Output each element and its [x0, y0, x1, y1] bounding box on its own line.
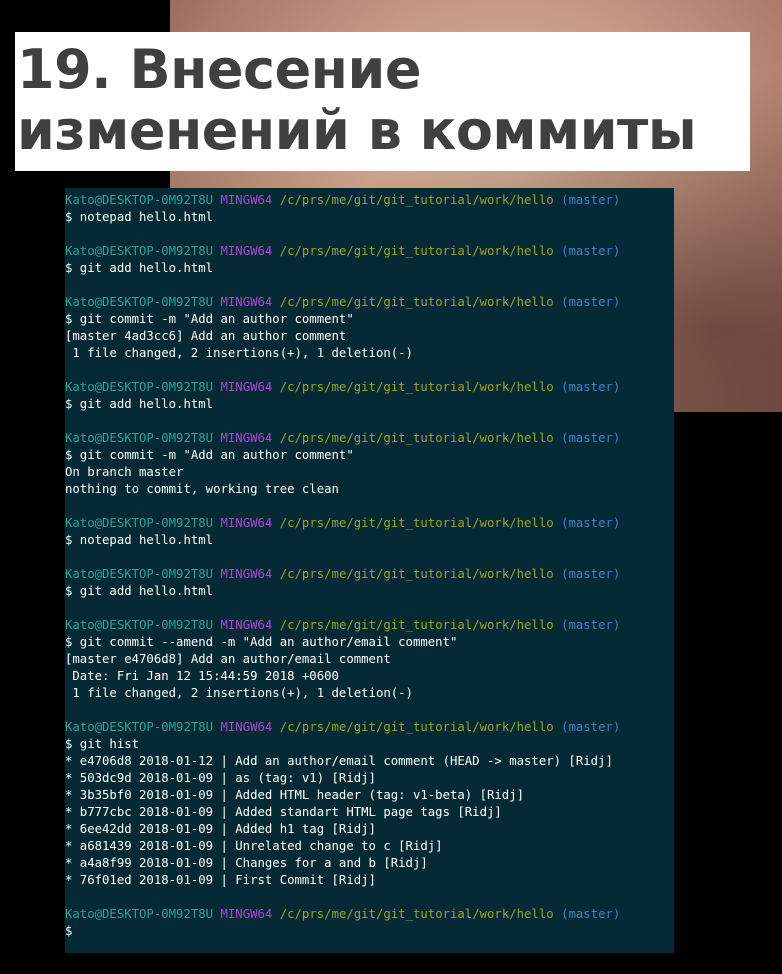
prompt-line: Kato@DESKTOP-0M92T8U MINGW64 /c/prs/me/g… [65, 515, 674, 532]
prompt-user: Kato@DESKTOP-0M92T8U [65, 567, 214, 581]
output-line: [master e4706d8] Add an author/email com… [65, 652, 391, 666]
prompt-shell: MINGW64 [220, 431, 273, 445]
prompt-path: /c/prs/me/git/git_tutorial/work/hello [279, 618, 554, 632]
prompt-shell: MINGW64 [220, 567, 273, 581]
prompt-branch: (master) [561, 193, 621, 207]
prompt-user: Kato@DESKTOP-0M92T8U [65, 380, 214, 394]
output-line: * 6ee42dd 2018-01-09 | Added h1 tag [Rid… [65, 822, 376, 836]
prompt-path: /c/prs/me/git/git_tutorial/work/hello [279, 907, 554, 921]
prompt-line: Kato@DESKTOP-0M92T8U MINGW64 /c/prs/me/g… [65, 192, 674, 209]
command-line: $ [65, 924, 73, 938]
prompt-user: Kato@DESKTOP-0M92T8U [65, 720, 214, 734]
prompt-path: /c/prs/me/git/git_tutorial/work/hello [279, 193, 554, 207]
prompt-path: /c/prs/me/git/git_tutorial/work/hello [279, 516, 554, 530]
prompt-branch: (master) [561, 244, 621, 258]
prompt-shell: MINGW64 [220, 244, 273, 258]
command-line: $ git commit -m "Add an author comment" [65, 312, 354, 326]
title-line-1: 19. Внесение [17, 38, 421, 101]
prompt-path: /c/prs/me/git/git_tutorial/work/hello [279, 295, 554, 309]
command-line: $ notepad hello.html [65, 210, 214, 224]
prompt-branch: (master) [561, 380, 621, 394]
prompt-user: Kato@DESKTOP-0M92T8U [65, 431, 214, 445]
terminal-window[interactable]: Kato@DESKTOP-0M92T8U MINGW64 /c/prs/me/g… [65, 188, 674, 953]
prompt-line: Kato@DESKTOP-0M92T8U MINGW64 /c/prs/me/g… [65, 906, 674, 923]
output-line: * 3b35bf0 2018-01-09 | Added HTML header… [65, 788, 525, 802]
command-line: $ git commit --amend -m "Add an author/e… [65, 635, 458, 649]
prompt-path: /c/prs/me/git/git_tutorial/work/hello [279, 720, 554, 734]
prompt-shell: MINGW64 [220, 720, 273, 734]
output-line: * 503dc9d 2018-01-09 | as (tag: v1) [Rid… [65, 771, 376, 785]
output-line: nothing to commit, working tree clean [65, 482, 339, 496]
output-line: * a4a8f99 2018-01-09 | Changes for a and… [65, 856, 428, 870]
prompt-branch: (master) [561, 295, 621, 309]
prompt-line: Kato@DESKTOP-0M92T8U MINGW64 /c/prs/me/g… [65, 294, 674, 311]
prompt-shell: MINGW64 [220, 193, 273, 207]
output-line: 1 file changed, 2 insertions(+), 1 delet… [65, 346, 413, 360]
command-line: $ git add hello.html [65, 397, 214, 411]
prompt-user: Kato@DESKTOP-0M92T8U [65, 516, 214, 530]
prompt-branch: (master) [561, 516, 621, 530]
prompt-user: Kato@DESKTOP-0M92T8U [65, 295, 214, 309]
prompt-shell: MINGW64 [220, 295, 273, 309]
prompt-path: /c/prs/me/git/git_tutorial/work/hello [279, 380, 554, 394]
output-line: * 76f01ed 2018-01-09 | First Commit [Rid… [65, 873, 376, 887]
command-line: $ git add hello.html [65, 584, 214, 598]
output-line: Date: Fri Jan 12 15:44:59 2018 +0600 [65, 669, 339, 683]
command-line: $ git hist [65, 737, 140, 751]
prompt-line: Kato@DESKTOP-0M92T8U MINGW64 /c/prs/me/g… [65, 617, 674, 634]
output-line: 1 file changed, 2 insertions(+), 1 delet… [65, 686, 413, 700]
page-title: 19. Внесение изменений в коммиты [17, 38, 697, 162]
prompt-line: Kato@DESKTOP-0M92T8U MINGW64 /c/prs/me/g… [65, 379, 674, 396]
output-line: * e4706d8 2018-01-12 | Add an author/ema… [65, 754, 613, 768]
prompt-path: /c/prs/me/git/git_tutorial/work/hello [279, 431, 554, 445]
prompt-line: Kato@DESKTOP-0M92T8U MINGW64 /c/prs/me/g… [65, 719, 674, 736]
title-box: 19. Внесение изменений в коммиты [15, 32, 750, 171]
prompt-user: Kato@DESKTOP-0M92T8U [65, 907, 214, 921]
prompt-branch: (master) [561, 720, 621, 734]
prompt-path: /c/prs/me/git/git_tutorial/work/hello [279, 244, 554, 258]
prompt-line: Kato@DESKTOP-0M92T8U MINGW64 /c/prs/me/g… [65, 243, 674, 260]
output-line: * b777cbc 2018-01-09 | Added standart HT… [65, 805, 502, 819]
prompt-shell: MINGW64 [220, 516, 273, 530]
prompt-shell: MINGW64 [220, 907, 273, 921]
prompt-user: Kato@DESKTOP-0M92T8U [65, 618, 214, 632]
command-line: $ git add hello.html [65, 261, 214, 275]
prompt-branch: (master) [561, 618, 621, 632]
output-line: [master 4ad3cc6] Add an author comment [65, 329, 347, 343]
prompt-line: Kato@DESKTOP-0M92T8U MINGW64 /c/prs/me/g… [65, 430, 674, 447]
output-line: On branch master [65, 465, 184, 479]
output-line: * a681439 2018-01-09 | Unrelated change … [65, 839, 443, 853]
prompt-shell: MINGW64 [220, 618, 273, 632]
prompt-path: /c/prs/me/git/git_tutorial/work/hello [279, 567, 554, 581]
prompt-branch: (master) [561, 907, 621, 921]
prompt-shell: MINGW64 [220, 380, 273, 394]
command-line: $ notepad hello.html [65, 533, 214, 547]
prompt-user: Kato@DESKTOP-0M92T8U [65, 244, 214, 258]
prompt-branch: (master) [561, 567, 621, 581]
prompt-branch: (master) [561, 431, 621, 445]
prompt-line: Kato@DESKTOP-0M92T8U MINGW64 /c/prs/me/g… [65, 566, 674, 583]
prompt-user: Kato@DESKTOP-0M92T8U [65, 193, 214, 207]
command-line: $ git commit -m "Add an author comment" [65, 448, 354, 462]
title-line-2: изменений в коммиты [17, 99, 697, 162]
